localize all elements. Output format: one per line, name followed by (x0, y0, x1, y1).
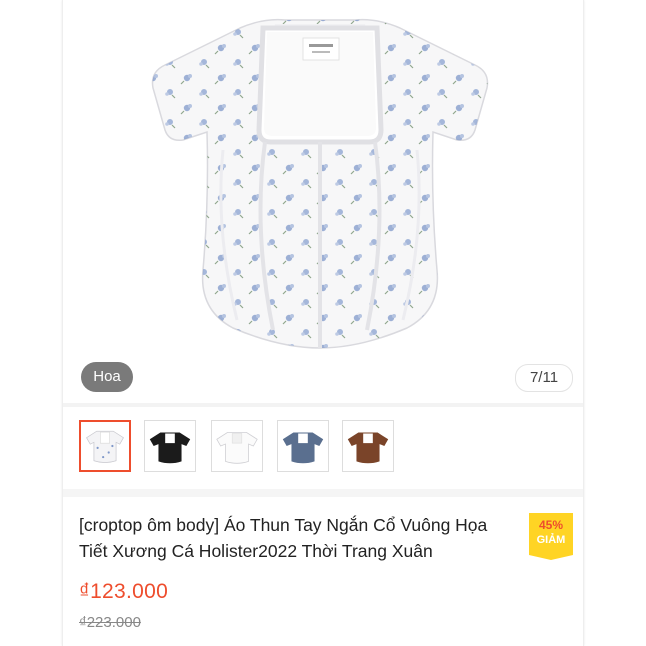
tshirt-icon (149, 432, 191, 464)
thumbnail-floral-white[interactable] (79, 420, 131, 472)
discount-percent: 45% (538, 518, 564, 532)
section-divider (63, 489, 583, 497)
tshirt-icon (282, 432, 324, 464)
tshirt-icon (347, 432, 389, 464)
thumbnail-black[interactable] (144, 420, 196, 472)
discount-label: GIẢM (536, 534, 566, 546)
current-price: ₫123.000 (79, 580, 169, 603)
product-title: [croptop ôm body] Áo Thun Tay Ngắn Cổ Vu… (79, 515, 488, 561)
tshirt-icon (86, 430, 124, 463)
image-counter: 7/11 (515, 364, 573, 392)
thumbnail-white[interactable] (211, 420, 263, 472)
thumbnail-brown[interactable] (342, 420, 394, 472)
product-image-gallery[interactable]: Hoa 7/11 (63, 0, 583, 400)
tshirt-icon (216, 432, 258, 464)
product-card: Hoa 7/11 [croptop ôm body] Áo Thun Tay N… (62, 0, 584, 646)
divider (63, 403, 583, 407)
variant-label-badge: Hoa (81, 362, 133, 392)
thumbnail-slate-blue[interactable] (277, 420, 329, 472)
product-main-image[interactable] (145, 10, 495, 355)
original-price: ₫223.000 (79, 614, 141, 631)
discount-badge: 45% GIẢM (529, 513, 573, 560)
